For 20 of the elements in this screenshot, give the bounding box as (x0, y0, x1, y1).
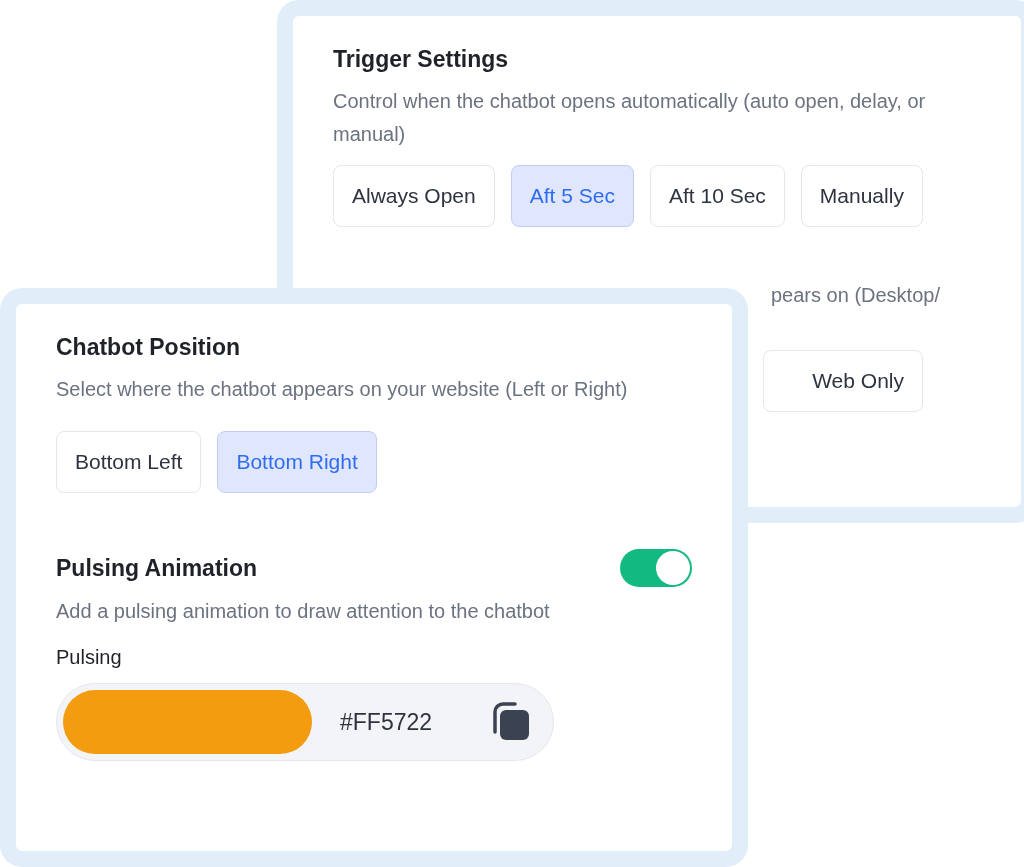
option-button[interactable]: Web Only (763, 350, 923, 412)
color-field[interactable]: #FF5722 (56, 683, 554, 761)
option-button[interactable]: Manually (800, 165, 923, 227)
option-button[interactable]: Bottom Left (56, 431, 202, 493)
copy-icon[interactable] (491, 702, 531, 742)
section-title: Chatbot Position (56, 334, 241, 361)
toggle-switch[interactable] (620, 549, 692, 587)
section-description: Add a pulsing animation to draw attention to the chatbot (56, 599, 551, 624)
option-button[interactable]: Aft 5 Sec (510, 165, 634, 227)
hex-value: #FF5722 (340, 708, 434, 736)
option-button[interactable]: Always Open (333, 165, 495, 227)
section-description: Select where the chatbot appears on your website (Left or Right) (56, 377, 629, 402)
section-title: Trigger Settings (333, 46, 510, 73)
section-title: Pulsing Animation (56, 554, 258, 582)
color-swatch[interactable] (63, 690, 312, 754)
section-description: Control when the chatbot opens automatically (auto open, delay, or manual) (333, 89, 927, 147)
option-button[interactable]: Aft 10 Sec (649, 165, 785, 227)
option-button[interactable]: Bottom Right (217, 431, 377, 493)
section-description: pears on (Desktop/ (771, 283, 941, 308)
field-label: Pulsing (56, 646, 123, 669)
